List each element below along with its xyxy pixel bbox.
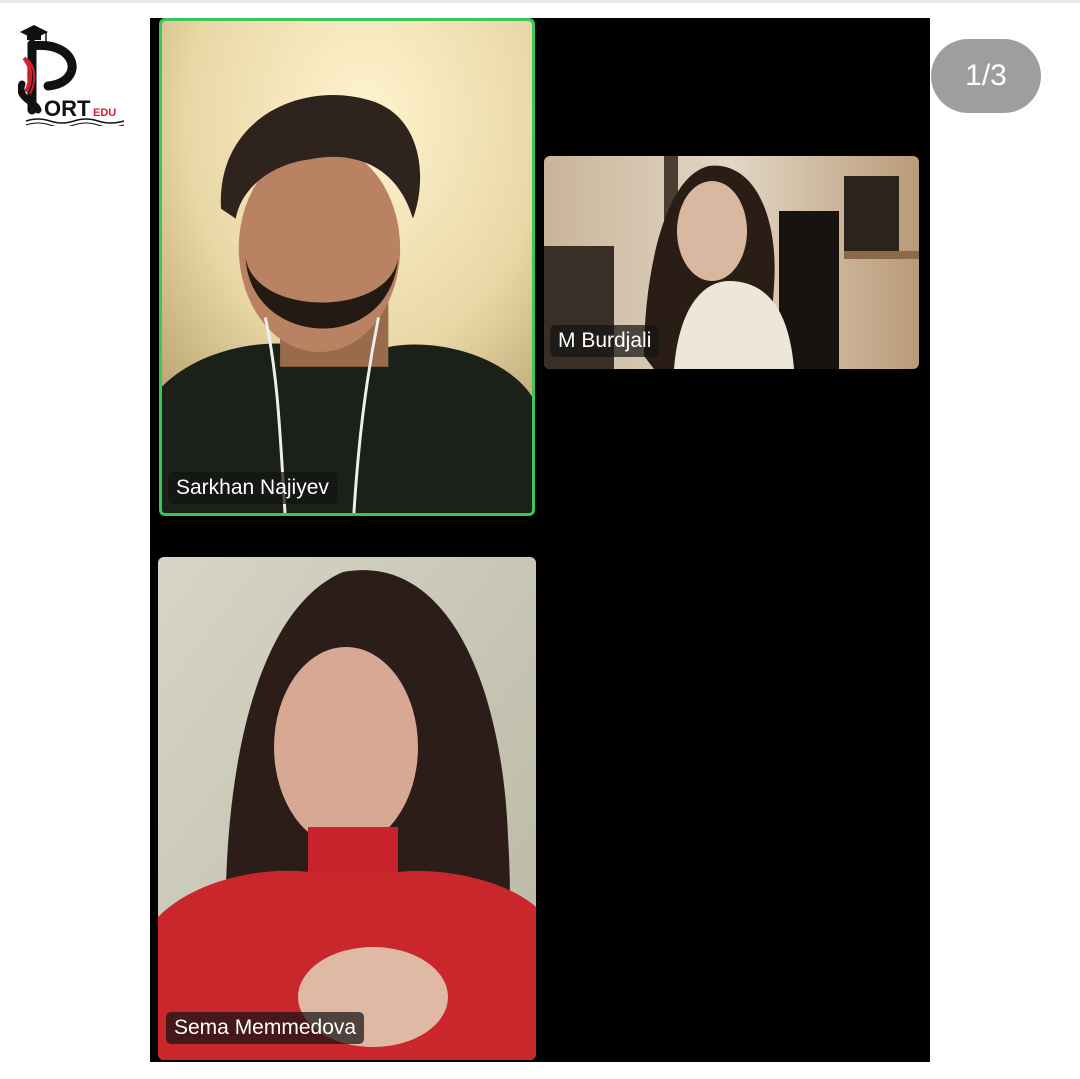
ortedu-logo: ORT EDU <box>18 22 130 126</box>
screenshot-page: ORT EDU 1/3 Sarkhan Najiyev M Burdjali S… <box>0 0 1080 1079</box>
participant-video-feed <box>158 557 536 1060</box>
logo-text-edu: EDU <box>93 107 116 119</box>
participant-tile-sarkhan[interactable]: Sarkhan Najiyev <box>159 18 535 516</box>
page-counter-badge: 1/3 <box>931 39 1041 113</box>
top-divider <box>0 0 1080 3</box>
participant-name-label: M Burdjali <box>550 325 660 357</box>
page-counter-text: 1/3 <box>965 59 1007 92</box>
logo-graphic: ORT EDU <box>18 25 125 126</box>
participant-tile-burdjali[interactable]: M Burdjali <box>544 156 919 369</box>
participant-tile-sema[interactable]: Sema Memmedova <box>158 557 536 1060</box>
logo-text-ort: ORT <box>44 96 91 121</box>
participant-video-feed <box>162 21 532 513</box>
participant-name-label: Sarkhan Najiyev <box>168 472 337 504</box>
participant-name-label: Sema Memmedova <box>166 1012 365 1044</box>
